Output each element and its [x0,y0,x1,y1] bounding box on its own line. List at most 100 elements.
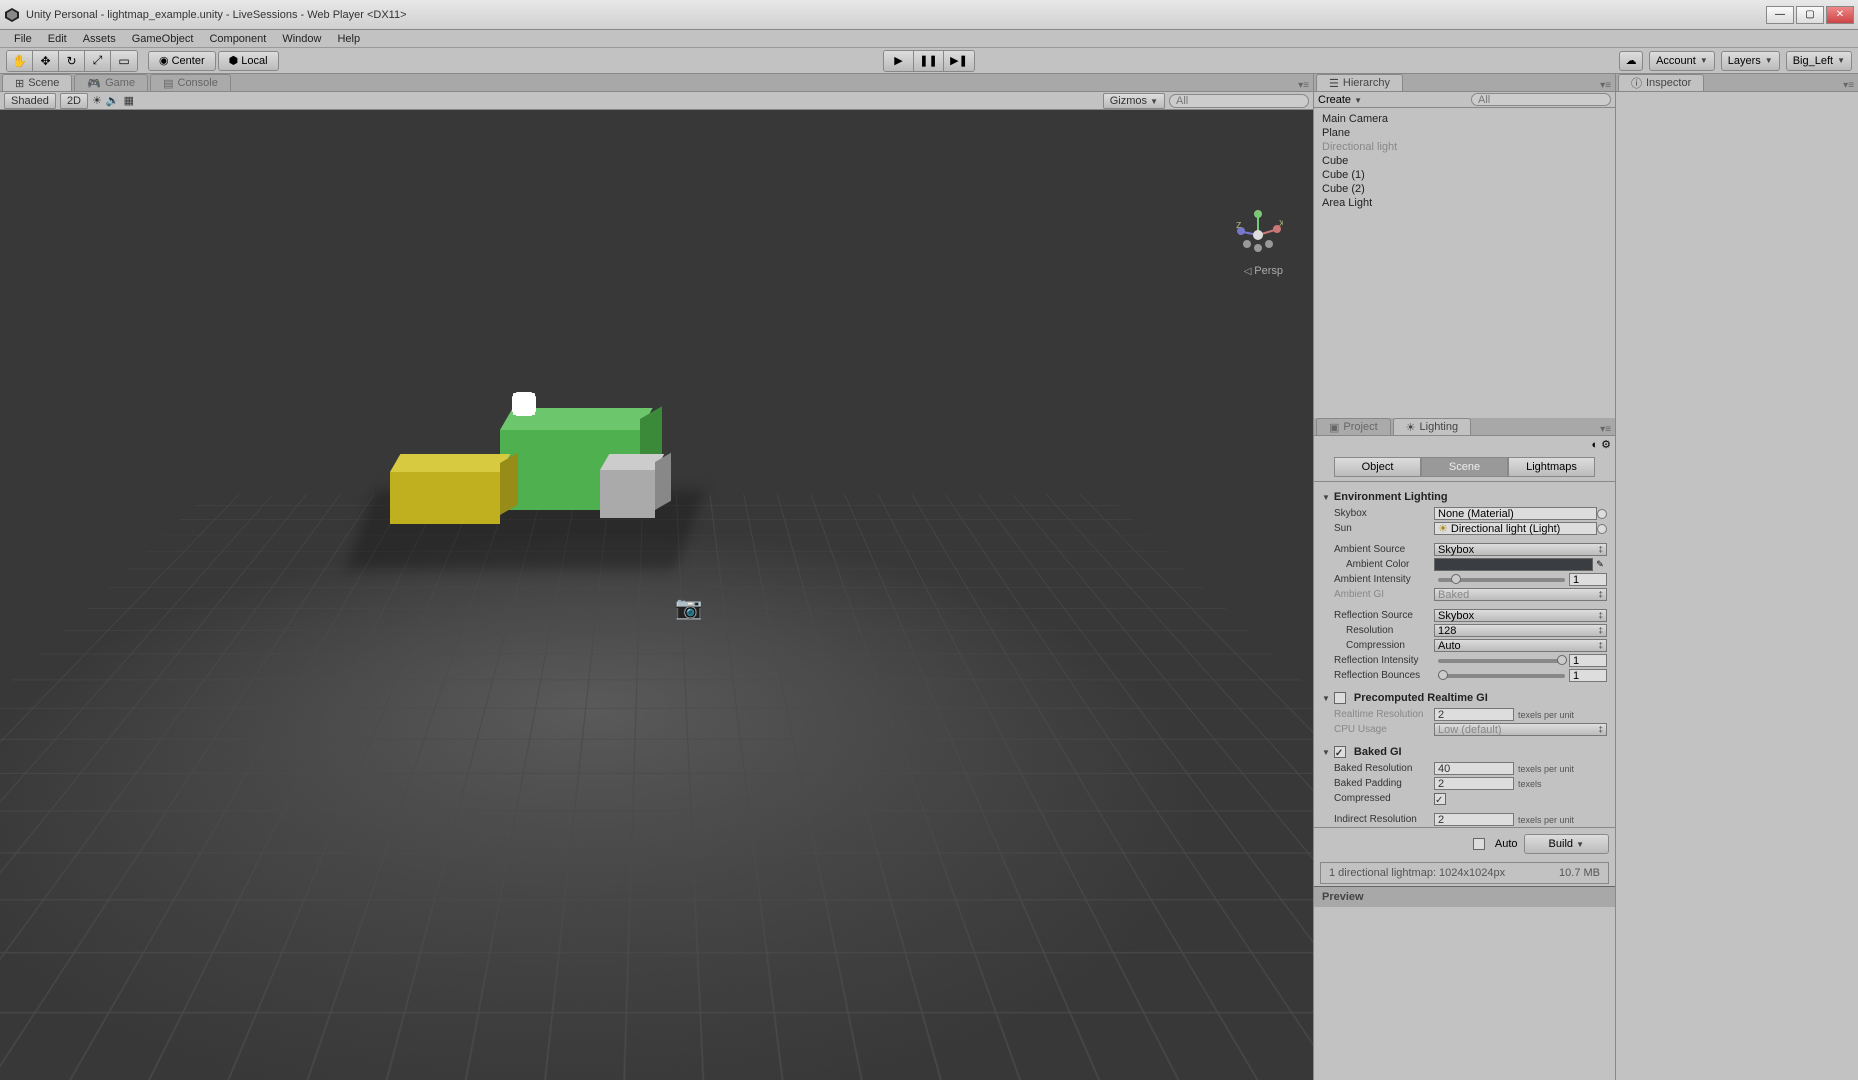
orientation-gizmo[interactable]: y x z [1233,210,1283,260]
pause-button[interactable]: ❚❚ [914,51,944,71]
realtime-gi-checkbox[interactable] [1334,692,1346,704]
step-button[interactable]: ▶❚ [944,51,974,71]
cloud-button[interactable]: ☁ [1619,51,1643,71]
menu-window[interactable]: Window [274,31,329,47]
reflection-resolution-dropdown[interactable]: 128‡ [1434,624,1607,637]
baked-gi-checkbox[interactable] [1334,746,1346,758]
tab-scene[interactable]: ⊞Scene [2,74,72,91]
shading-mode-dropdown[interactable]: Shaded [4,93,56,109]
auto-checkbox[interactable] [1473,838,1485,850]
realtime-gi-header[interactable]: ▼Precomputed Realtime GI [1314,683,1615,707]
reflection-compression-dropdown[interactable]: Auto‡ [1434,639,1607,652]
hierarchy-search[interactable]: All [1471,93,1611,106]
hierarchy-tab-icon: ☰ [1329,77,1339,90]
tab-hierarchy[interactable]: ☰Hierarchy [1316,74,1403,91]
hierarchy-item[interactable]: Cube (2) [1322,182,1607,196]
sun-picker-icon[interactable] [1597,524,1607,534]
lighting-tab-lightmaps[interactable]: Lightmaps [1508,457,1595,477]
reflection-source-dropdown[interactable]: Skybox‡ [1434,609,1607,622]
scene-control-bar: Shaded 2D ☀ 🔊 ▦ Gizmos ▼ All [0,92,1313,110]
lighting-tab-object[interactable]: Object [1334,457,1421,477]
scene-objects [390,430,670,550]
build-button[interactable]: Build ▼ [1524,834,1609,854]
ambient-intensity-value[interactable]: 1 [1569,573,1607,586]
gizmos-dropdown[interactable]: Gizmos ▼ [1103,93,1165,109]
reflection-intensity-slider[interactable] [1438,659,1565,663]
scene-viewport[interactable]: y x z ◁ Persp 📷 [0,110,1313,1080]
menu-gameobject[interactable]: GameObject [124,31,202,47]
layers-dropdown[interactable]: Layers ▼ [1721,51,1780,71]
close-button[interactable]: ✕ [1826,6,1854,24]
refsrc-label: Reflection Source [1334,610,1434,621]
reflection-bounces-value[interactable]: 1 [1569,669,1607,682]
baked-res-field[interactable]: 40 [1434,762,1514,775]
menu-help[interactable]: Help [329,31,368,47]
ambient-intensity-slider[interactable] [1438,578,1565,582]
hierarchy-item[interactable]: Directional light [1322,140,1607,154]
tab-inspector[interactable]: ⓘInspector [1618,74,1704,91]
hierarchy-item[interactable]: Plane [1322,126,1607,140]
account-dropdown[interactable]: Account ▼ [1649,51,1715,71]
skybox-label: Skybox [1334,508,1434,519]
skybox-picker-icon[interactable] [1597,509,1607,519]
camera-gizmo-icon[interactable]: 📷 [675,595,702,621]
scale-tool[interactable]: ⤢ [85,51,111,71]
menu-assets[interactable]: Assets [75,31,124,47]
ambient-color-swatch[interactable] [1434,558,1593,571]
game-tab-label: Game [105,77,135,89]
light-gizmo-icon[interactable] [515,395,533,413]
layout-dropdown[interactable]: Big_Left ▼ [1786,51,1852,71]
reflection-bounces-slider[interactable] [1438,674,1565,678]
tab-game[interactable]: 🎮Game [74,74,148,91]
environment-lighting-header[interactable]: ▼Environment Lighting [1314,482,1615,506]
lightmap-status: 1 directional lightmap: 1024x1024px 10.7… [1320,862,1609,884]
maximize-button[interactable]: ▢ [1796,6,1824,24]
hierarchy-item[interactable]: Cube [1322,154,1607,168]
tab-project[interactable]: ▣Project [1316,418,1391,435]
layers-label: Layers [1728,55,1761,67]
hierarchy-item[interactable]: Area Light [1322,196,1607,210]
baked-pad-field[interactable]: 2 [1434,777,1514,790]
skybox-field[interactable]: None (Material) [1434,507,1597,520]
color-picker-icon[interactable]: ✎ [1593,558,1607,571]
indirect-res-field[interactable]: 2 [1434,813,1514,826]
fx-toggle-icon[interactable]: ▦ [124,94,134,107]
scene-search[interactable]: All [1169,94,1309,108]
menu-file[interactable]: File [6,31,40,47]
2d-toggle[interactable]: 2D [60,93,88,109]
lighting-tab-scene[interactable]: Scene [1421,457,1508,477]
minimize-button[interactable]: — [1766,6,1794,24]
inspector-tab-options[interactable]: ▾≡ [1839,80,1858,91]
rect-tool[interactable]: ▭ [111,51,137,71]
menu-component[interactable]: Component [201,31,274,47]
yellow-cube[interactable] [390,472,500,524]
reflection-intensity-value[interactable]: 1 [1569,654,1607,667]
tab-console[interactable]: ▤Console [150,74,231,91]
hierarchy-list[interactable]: Main Camera Plane Directional light Cube… [1314,108,1615,418]
compressed-checkbox[interactable] [1434,793,1446,805]
pivot-center-button[interactable]: ◉ Center [148,51,216,71]
sun-field[interactable]: ☀Directional light (Light) [1434,522,1597,535]
audio-toggle-icon[interactable]: 🔊 [106,94,120,107]
hierarchy-item[interactable]: Main Camera [1322,112,1607,126]
pivot-local-button[interactable]: ⬢ Local [218,51,279,71]
perspective-label[interactable]: ◁ Persp [1244,265,1283,277]
hierarchy-tab-options[interactable]: ▾≡ [1596,80,1615,91]
tab-options-icon[interactable]: ▾≡ [1294,80,1313,91]
gray-cube[interactable] [600,470,655,518]
hierarchy-item[interactable]: Cube (1) [1322,168,1607,182]
menu-edit[interactable]: Edit [40,31,75,47]
skybox-value: None (Material) [1438,508,1514,520]
preview-header[interactable]: Preview [1314,886,1615,907]
play-button[interactable]: ▶ [884,51,914,71]
create-dropdown[interactable]: Create ▼ [1318,94,1362,106]
lighting-tab-options[interactable]: ▾≡ [1596,424,1615,435]
tab-lighting[interactable]: ☀Lighting [1393,418,1471,435]
hand-tool[interactable]: ✋ [7,51,33,71]
move-tool[interactable]: ✥ [33,51,59,71]
ambient-source-dropdown[interactable]: Skybox‡ [1434,543,1607,556]
lighting-help-icon[interactable]: ◐ ⚙ [1591,438,1611,451]
light-toggle-icon[interactable]: ☀ [92,94,102,107]
rotate-tool[interactable]: ↻ [59,51,85,71]
baked-gi-header[interactable]: ▼Baked GI [1314,737,1615,761]
